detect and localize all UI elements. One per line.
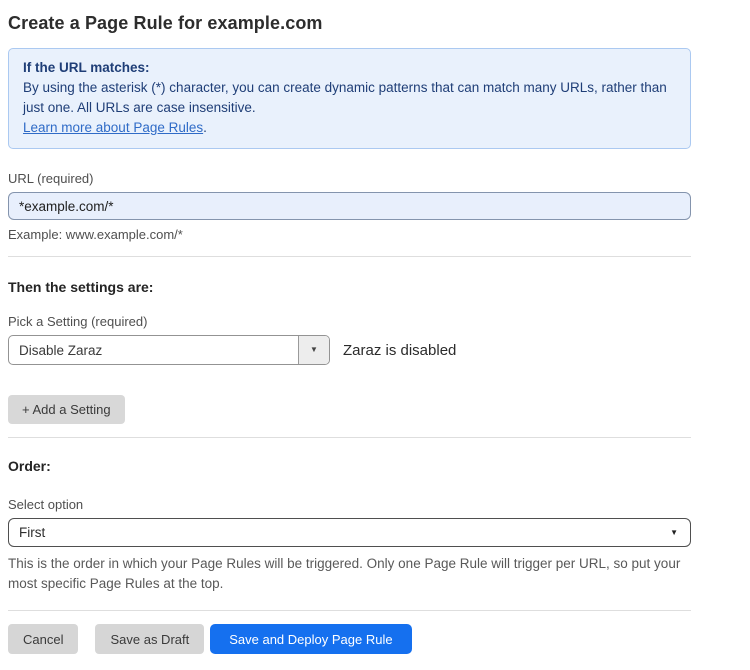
order-section-heading: Order: bbox=[8, 458, 691, 475]
cancel-button[interactable]: Cancel bbox=[8, 624, 78, 654]
settings-section-heading: Then the settings are: bbox=[8, 279, 691, 296]
divider bbox=[8, 256, 691, 257]
save-deploy-button[interactable]: Save and Deploy Page Rule bbox=[210, 624, 411, 654]
zaraz-status-text: Zaraz is disabled bbox=[343, 342, 456, 359]
setting-select-value: Disable Zaraz bbox=[9, 343, 298, 358]
chevron-down-icon[interactable]: ▼ bbox=[298, 336, 329, 364]
url-field-label: URL (required) bbox=[8, 171, 691, 186]
chevron-down-icon: ▼ bbox=[670, 529, 678, 537]
url-input[interactable] bbox=[8, 192, 691, 220]
link-period: . bbox=[203, 120, 207, 135]
order-select[interactable]: First ▼ bbox=[8, 518, 691, 547]
info-box-body: By using the asterisk (*) character, you… bbox=[23, 78, 676, 138]
page-title: Create a Page Rule for example.com bbox=[8, 12, 691, 34]
add-setting-button[interactable]: + Add a Setting bbox=[8, 395, 125, 424]
setting-select[interactable]: Disable Zaraz ▼ bbox=[8, 335, 330, 365]
order-select-label: Select option bbox=[8, 497, 691, 512]
url-match-info-box: If the URL matches: By using the asteris… bbox=[8, 48, 691, 149]
setting-row: Disable Zaraz ▼ Zaraz is disabled bbox=[8, 335, 691, 365]
learn-more-link[interactable]: Learn more about Page Rules bbox=[23, 120, 203, 135]
form-actions: Cancel Save as Draft Save and Deploy Pag… bbox=[8, 624, 691, 654]
info-box-heading: If the URL matches: bbox=[23, 58, 676, 78]
save-draft-button[interactable]: Save as Draft bbox=[95, 624, 204, 654]
divider bbox=[8, 437, 691, 438]
divider bbox=[8, 610, 691, 611]
info-box-body-text: By using the asterisk (*) character, you… bbox=[23, 80, 667, 115]
order-select-value: First bbox=[19, 525, 45, 540]
page-rule-form: Create a Page Rule for example.com If th… bbox=[0, 12, 691, 654]
order-help-text: This is the order in which your Page Rul… bbox=[8, 554, 691, 594]
setting-picker-label: Pick a Setting (required) bbox=[8, 314, 691, 329]
url-example-text: Example: www.example.com/* bbox=[8, 227, 691, 242]
